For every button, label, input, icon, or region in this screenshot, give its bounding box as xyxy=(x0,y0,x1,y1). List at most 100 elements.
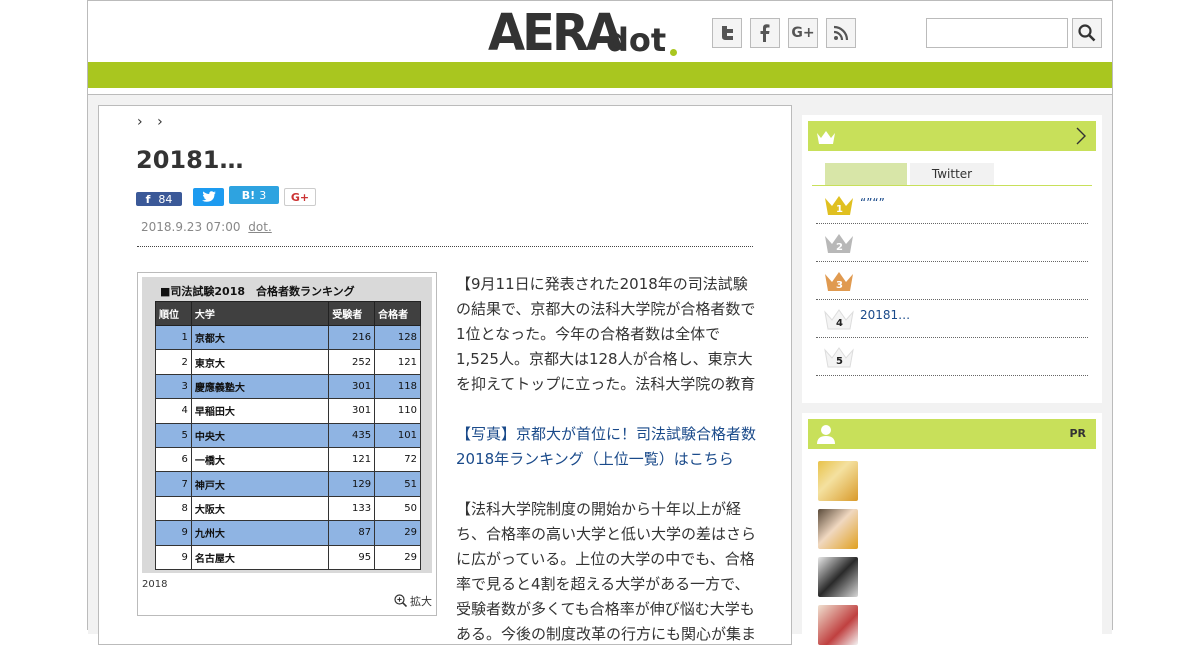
rank-cell: 9 xyxy=(155,544,192,570)
article-figure[interactable]: ■司法試験2018 合格者数ランキング 順位 大学 受験者 合格者 1 京都大 21… xyxy=(137,272,437,616)
examinees-cell: 216 xyxy=(328,324,376,351)
rank-number: 4 xyxy=(836,318,843,329)
university-cell: 大阪大 xyxy=(190,495,330,522)
publish-date: 2018.9.23 07:00 xyxy=(141,220,241,234)
examinees-cell: 133 xyxy=(328,495,376,522)
article-photo-link[interactable]: 【写真】京都大が首位に！司法試験合格者数2018年ランキング（上位一覧）はこちら xyxy=(456,422,756,472)
examinees-cell: 252 xyxy=(328,349,376,375)
rank-cell: 8 xyxy=(155,495,192,522)
pr-widget: PR xyxy=(802,413,1102,653)
google-plus-share-button[interactable]: G+ xyxy=(284,188,316,206)
table-row: 4 早稲田大 301 110 xyxy=(155,398,421,424)
pr-thumbnail[interactable] xyxy=(818,605,858,645)
rank-cell: 3 xyxy=(155,373,192,400)
pr-thumbnail[interactable] xyxy=(818,557,858,597)
passers-cell: 51 xyxy=(374,471,421,497)
zoom-in-icon xyxy=(393,594,407,608)
facebook-icon: f xyxy=(145,192,151,206)
rank-cell: 6 xyxy=(155,446,192,473)
hatena-label: B! xyxy=(241,188,256,202)
pr-label: PR xyxy=(1069,427,1086,440)
university-cell: 一橋大 xyxy=(190,446,330,473)
table-row: 9 名古屋大 95 29 xyxy=(155,544,421,570)
twitter-button[interactable] xyxy=(712,18,742,48)
passers-cell: 128 xyxy=(374,324,421,351)
ranking-item-5[interactable]: 5 xyxy=(816,338,1088,376)
pr-thumbnail[interactable] xyxy=(818,509,858,549)
passers-cell: 110 xyxy=(374,398,421,424)
table-header: 大学 xyxy=(190,301,330,326)
pr-header: PR xyxy=(808,419,1096,449)
rank-number: 1 xyxy=(836,204,843,215)
twitter-icon xyxy=(722,26,733,40)
passers-cell: 72 xyxy=(374,446,421,473)
ranking-item-4[interactable]: 4 20181… xyxy=(816,300,1088,338)
facebook-share-button[interactable]: f 84 xyxy=(136,192,182,206)
table-header: 受験者 xyxy=(328,301,376,326)
breadcrumb-separator: › xyxy=(157,114,163,130)
ranking-title: 20181… xyxy=(860,308,911,322)
rss-icon xyxy=(833,25,849,41)
twitter-bird-icon xyxy=(201,191,216,202)
content-area: › › 20181… f 84 B! 3 G+ 2018.9.23 07:00 … xyxy=(88,94,1112,653)
tab-ranking[interactable] xyxy=(825,163,907,185)
table-row: 5 中央大 435 101 xyxy=(155,422,421,448)
figure-title: ■司法試験2018 合格者数ランキング xyxy=(160,285,355,298)
table-row: 3 慶應義塾大 301 118 xyxy=(155,373,421,400)
examinees-cell: 121 xyxy=(328,446,376,473)
search-input[interactable] xyxy=(926,18,1068,48)
article-panel: › › 20181… f 84 B! 3 G+ 2018.9.23 07:00 … xyxy=(98,105,792,645)
passers-cell: 29 xyxy=(374,520,421,546)
article-title: 20181… xyxy=(136,146,244,174)
aera-dot-logo[interactable]: AERA dot xyxy=(488,4,688,62)
rank-cell: 9 xyxy=(155,520,192,546)
chevron-right-icon[interactable] xyxy=(1076,127,1086,145)
hatena-bookmark-button[interactable]: B! 3 xyxy=(229,186,279,204)
figure-caption: 2018 xyxy=(142,579,168,590)
university-cell: 中央大 xyxy=(190,422,330,448)
divider xyxy=(137,246,753,247)
table-row: 8 大阪大 133 50 xyxy=(155,495,421,522)
passers-cell: 29 xyxy=(374,544,421,570)
facebook-share-count: 84 xyxy=(158,192,173,206)
university-cell: 神戸大 xyxy=(190,471,330,497)
rss-button[interactable] xyxy=(826,18,856,48)
examinees-cell: 301 xyxy=(328,398,376,424)
tab-twitter[interactable]: Twitter xyxy=(910,163,994,185)
examinees-cell: 87 xyxy=(328,520,376,546)
ranking-widget: Twitter 1 “”“” 2 3 4 20181… 5 xyxy=(802,115,1102,403)
site-header: AERA dot G+ xyxy=(88,0,1112,62)
breadcrumb: › › xyxy=(137,114,163,130)
twitter-share-button[interactable] xyxy=(193,188,224,206)
rank-cell: 1 xyxy=(155,324,192,351)
rank-number: 2 xyxy=(836,242,843,253)
ranking-item-2[interactable]: 2 xyxy=(816,224,1088,262)
google-plus-button[interactable]: G+ xyxy=(788,18,818,48)
source-link[interactable]: dot. xyxy=(248,220,271,234)
logo-sub: dot xyxy=(606,21,667,59)
passers-cell: 118 xyxy=(374,373,421,400)
university-cell: 名古屋大 xyxy=(190,544,330,570)
rank-cell: 4 xyxy=(155,398,192,424)
table-row: 1 京都大 216 128 xyxy=(155,324,421,351)
ranking-table: 順位 大学 受験者 合格者 1 京都大 216 128 2 東京大 252 121 3 慶應義… xyxy=(155,301,421,570)
page-frame: AERA dot G+ › › 20181… f 84 B! 3 G+ 2018… xyxy=(87,0,1113,653)
rank-cell: 5 xyxy=(155,422,192,448)
pr-thumbnail[interactable] xyxy=(818,461,858,501)
zoom-button[interactable]: 拡大 xyxy=(393,593,432,609)
university-cell: 京都大 xyxy=(190,324,330,351)
article-paragraph: 【法科大学院制度の開始から十年以上が経ち、合格率の高い大学と低い大学の差はさらに… xyxy=(456,500,756,643)
examinees-cell: 301 xyxy=(328,373,376,400)
rank-cell: 7 xyxy=(155,471,192,497)
ranking-title: “”“” xyxy=(860,196,885,210)
ranking-item-3[interactable]: 3 xyxy=(816,262,1088,300)
table-row: 2 東京大 252 121 xyxy=(155,349,421,375)
university-cell: 九州大 xyxy=(190,520,330,546)
crown-icon xyxy=(817,131,835,144)
table-row: 6 一橋大 121 72 xyxy=(155,446,421,473)
ranking-item-1[interactable]: 1 “”“” xyxy=(816,186,1088,224)
facebook-icon xyxy=(760,24,770,42)
search-button[interactable] xyxy=(1072,18,1102,48)
facebook-button[interactable] xyxy=(750,18,780,48)
article-paragraph: 【9月11日に発表された2018年の司法試験の結果で、京都大の法科大学院が合格者… xyxy=(456,275,756,393)
